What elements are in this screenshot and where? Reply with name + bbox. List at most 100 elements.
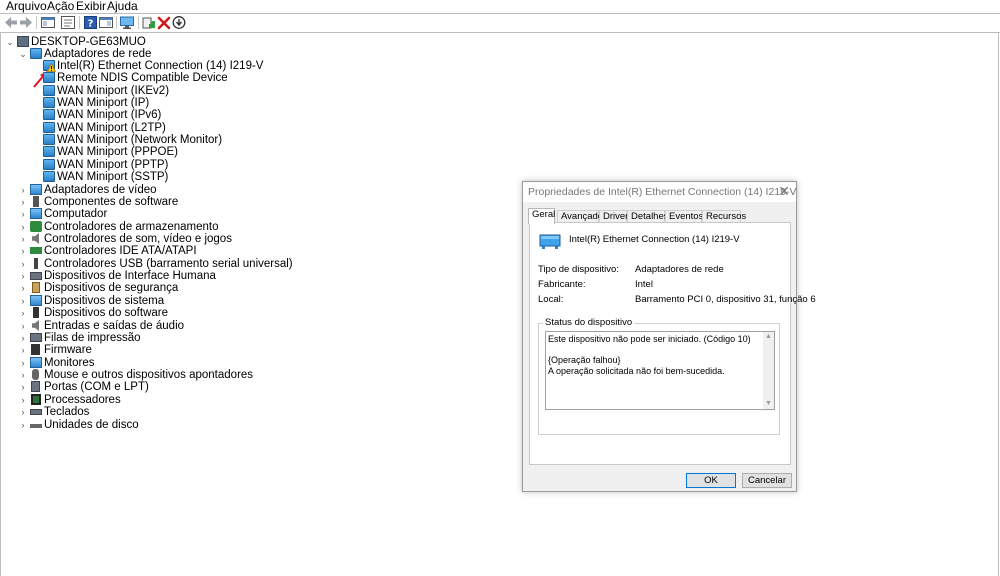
tree-category-label: Monitores bbox=[44, 357, 95, 369]
network-adapter-icon bbox=[43, 122, 55, 133]
properties-dialog: Propriedades de Intel(R) Ethernet Connec… bbox=[522, 181, 816, 492]
scroll-down-icon[interactable]: ▼ bbox=[763, 399, 774, 409]
expand-chevron-icon[interactable]: › bbox=[19, 320, 27, 332]
tree-category-label: Dispositivos de segurança bbox=[44, 282, 179, 294]
device-name: Intel(R) Ethernet Connection (14) I219-V bbox=[569, 234, 740, 245]
cancel-button[interactable]: Cancelar bbox=[742, 473, 792, 488]
network-adapter-icon bbox=[43, 109, 55, 120]
properties-icon[interactable] bbox=[60, 15, 76, 30]
expand-chevron-icon[interactable]: › bbox=[19, 332, 27, 344]
expand-chevron-icon[interactable]: › bbox=[19, 258, 27, 270]
tree-category-label: Mouse e outros dispositivos apontadores bbox=[44, 369, 254, 381]
expand-chevron-icon[interactable]: › bbox=[19, 184, 27, 196]
tree-item-label: WAN Miniport (IKEv2) bbox=[57, 85, 170, 97]
back-arrow-icon[interactable] bbox=[3, 15, 19, 30]
expand-chevron-icon[interactable]: › bbox=[19, 221, 27, 233]
expand-chevron-icon[interactable]: › bbox=[19, 394, 27, 406]
printer-icon bbox=[30, 333, 42, 342]
tree-item-label: WAN Miniport (L2TP) bbox=[57, 122, 166, 134]
audio-io-icon bbox=[32, 320, 39, 331]
download-icon[interactable] bbox=[171, 15, 187, 30]
prop-label: Fabricante: bbox=[538, 279, 586, 290]
action-pane-icon[interactable] bbox=[98, 15, 114, 30]
svg-text:?: ? bbox=[88, 19, 94, 30]
prop-value: Intel bbox=[635, 279, 653, 290]
status-scrollbar[interactable]: ▲ ▼ bbox=[763, 332, 774, 409]
toolbar-separator bbox=[79, 16, 80, 29]
network-adapter-icon bbox=[43, 134, 55, 145]
speaker-icon bbox=[32, 233, 39, 244]
scroll-up-icon[interactable]: ▲ bbox=[763, 332, 774, 342]
expand-chevron-icon[interactable]: ⌄ bbox=[19, 48, 27, 60]
network-adapter-icon bbox=[30, 48, 42, 59]
expand-chevron-icon[interactable]: › bbox=[19, 357, 27, 369]
expand-chevron-icon[interactable]: › bbox=[19, 270, 27, 282]
tree-item-label: Remote NDIS Compatible Device bbox=[57, 72, 228, 84]
expand-chevron-icon[interactable]: › bbox=[19, 295, 27, 307]
tree-root-label: DESKTOP-GE63MUO bbox=[31, 36, 146, 48]
tree-category-label: Computador bbox=[44, 208, 108, 220]
menu-ajuda[interactable]: Ajuda bbox=[107, 0, 138, 13]
right-border bbox=[998, 33, 999, 576]
tree-item-label: WAN Miniport (SSTP) bbox=[57, 171, 169, 183]
toolbar-divider bbox=[0, 32, 1000, 33]
toolbar-separator bbox=[116, 16, 117, 29]
software-device-icon bbox=[33, 307, 39, 318]
tree-category-label: Componentes de software bbox=[44, 196, 179, 208]
tree-category-label: Controladores USB (barramento serial uni… bbox=[44, 258, 293, 270]
usb-icon bbox=[34, 258, 38, 269]
device-status-label: Status do dispositivo bbox=[543, 317, 635, 328]
expand-chevron-icon[interactable]: › bbox=[19, 282, 27, 294]
menu-arquivo[interactable]: Arquivo bbox=[6, 0, 47, 13]
software-component-icon bbox=[33, 196, 39, 207]
help-icon[interactable]: ? bbox=[83, 15, 99, 30]
expand-chevron-icon[interactable]: › bbox=[19, 233, 27, 245]
toolbar: ? bbox=[0, 14, 1000, 32]
firmware-icon bbox=[31, 344, 40, 355]
prop-label: Local: bbox=[538, 294, 564, 305]
dialog-titlebar[interactable]: Propriedades de Intel(R) Ethernet Connec… bbox=[523, 182, 796, 202]
expand-chevron-icon[interactable]: › bbox=[19, 344, 27, 356]
tree-category-label: Dispositivos de Interface Humana bbox=[44, 270, 216, 282]
tree-item-label: WAN Miniport (Network Monitor) bbox=[57, 134, 223, 146]
menu-exibir[interactable]: Exibir bbox=[76, 0, 106, 13]
mouse-icon bbox=[32, 369, 39, 380]
device-status-text: Este dispositivo não pode ser iniciado. … bbox=[548, 334, 751, 376]
expand-chevron-icon[interactable]: ⌄ bbox=[6, 36, 14, 48]
forward-arrow-icon[interactable] bbox=[18, 15, 34, 30]
expand-chevron-icon[interactable]: › bbox=[19, 196, 27, 208]
tab-geral[interactable]: Geral bbox=[528, 208, 555, 224]
toolbar-separator bbox=[138, 16, 139, 29]
tree-category-label: Controladores de som, vídeo e jogos bbox=[44, 233, 232, 245]
uninstall-icon[interactable] bbox=[156, 15, 172, 30]
tree-category-label: Entradas e saídas de áudio bbox=[44, 320, 185, 332]
monitor-icon[interactable] bbox=[119, 15, 135, 30]
tree-category-label: Adaptadores de rede bbox=[44, 48, 152, 60]
tree-category-label: Dispositivos do software bbox=[44, 307, 168, 319]
expand-chevron-icon[interactable]: › bbox=[19, 307, 27, 319]
menu-acao[interactable]: Ação bbox=[47, 0, 74, 13]
expand-chevron-icon[interactable]: › bbox=[19, 381, 27, 393]
tree-category-label: Firmware bbox=[44, 344, 92, 356]
tree-item-label: Intel(R) Ethernet Connection (14) I219-V bbox=[57, 60, 264, 72]
port-icon bbox=[31, 381, 40, 392]
network-adapter-icon bbox=[539, 234, 561, 249]
menu-bar: Arquivo Ação Exibir Ajuda bbox=[0, 0, 1000, 13]
system-device-icon bbox=[30, 295, 42, 306]
tree-category-label: Filas de impressão bbox=[44, 332, 141, 344]
expand-chevron-icon[interactable]: › bbox=[19, 245, 27, 257]
display-adapter-icon bbox=[30, 184, 42, 195]
expand-chevron-icon[interactable]: › bbox=[19, 406, 27, 418]
expand-chevron-icon[interactable]: › bbox=[19, 369, 27, 381]
update-driver-icon[interactable] bbox=[141, 15, 157, 30]
toolbar-separator bbox=[36, 16, 37, 29]
tree-category-label: Teclados bbox=[44, 406, 90, 418]
expand-chevron-icon[interactable]: › bbox=[19, 419, 27, 431]
ok-button[interactable]: OK bbox=[686, 473, 736, 488]
disk-drive-icon bbox=[30, 424, 42, 428]
show-hide-console-tree-icon[interactable] bbox=[40, 15, 56, 30]
close-icon[interactable]: ✕ bbox=[778, 183, 790, 200]
computer-icon bbox=[17, 36, 29, 47]
device-status-textbox[interactable]: Este dispositivo não pode ser iniciado. … bbox=[545, 331, 775, 410]
expand-chevron-icon[interactable]: › bbox=[19, 208, 27, 220]
